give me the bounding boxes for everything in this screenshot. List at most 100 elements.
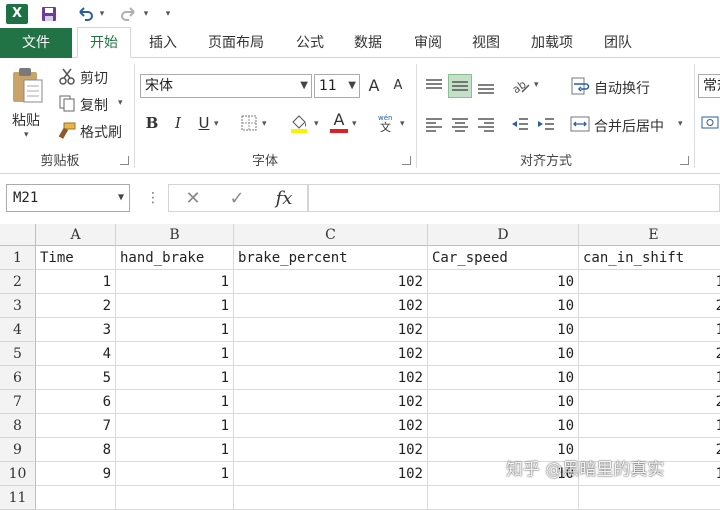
format-painter-button[interactable]: 格式刷 xyxy=(80,122,122,142)
data-cell[interactable]: 1 xyxy=(116,318,234,342)
tab-home[interactable]: 开始 xyxy=(77,27,131,58)
data-cell[interactable]: 1 xyxy=(116,462,234,486)
data-cell[interactable]: 10 xyxy=(428,414,579,438)
font-name-select[interactable]: 宋体 ▼ xyxy=(140,74,312,98)
fill-color-icon[interactable] xyxy=(288,112,310,134)
merge-dropdown-icon[interactable]: ▾ xyxy=(678,119,683,129)
data-cell[interactable]: 1 xyxy=(116,438,234,462)
select-all-corner[interactable] xyxy=(0,224,36,246)
bold-button[interactable]: B xyxy=(144,114,160,132)
wrap-text-button[interactable]: 自动换行 xyxy=(594,78,650,98)
data-cell[interactable]: 1 xyxy=(116,366,234,390)
column-header-c[interactable]: C xyxy=(234,224,428,246)
column-header-d[interactable]: D xyxy=(428,224,579,246)
row-header-2[interactable]: 2 xyxy=(0,270,36,294)
align-center-icon[interactable] xyxy=(450,114,470,134)
row-header-6[interactable]: 6 xyxy=(0,366,36,390)
row-header-4[interactable]: 4 xyxy=(0,318,36,342)
data-cell[interactable]: 10 xyxy=(428,270,579,294)
header-cell[interactable]: can_in_shift xyxy=(579,246,720,270)
paste-icon[interactable] xyxy=(10,66,46,110)
data-cell[interactable]: 10 xyxy=(428,366,579,390)
redo-dropdown-icon[interactable]: ▾ xyxy=(141,4,151,24)
underline-dropdown-icon[interactable]: ▾ xyxy=(214,119,219,129)
grow-font-icon[interactable]: A xyxy=(364,76,384,95)
row-header-8[interactable]: 8 xyxy=(0,414,36,438)
decrease-indent-icon[interactable] xyxy=(510,114,530,134)
alignment-launcher-icon[interactable] xyxy=(680,156,689,165)
font-color-icon[interactable]: A xyxy=(328,110,350,134)
merge-center-button[interactable]: 合并后居中 xyxy=(594,116,664,136)
font-size-select[interactable]: 11 ▼ xyxy=(314,74,360,98)
data-cell[interactable]: 1 xyxy=(579,366,720,390)
enter-icon[interactable]: ✓ xyxy=(225,187,249,211)
cancel-icon[interactable]: ✕ xyxy=(181,187,205,211)
header-cell[interactable]: hand_brake xyxy=(116,246,234,270)
data-cell[interactable]: 102 xyxy=(234,390,428,414)
align-top-icon[interactable] xyxy=(424,76,444,96)
clipboard-launcher-icon[interactable] xyxy=(120,156,129,165)
column-header-a[interactable]: A xyxy=(36,224,116,246)
fill-color-dropdown-icon[interactable]: ▾ xyxy=(314,119,319,129)
tab-file[interactable]: 文件 xyxy=(0,28,72,58)
data-cell[interactable]: 9 xyxy=(36,462,116,486)
data-cell[interactable]: 10 xyxy=(428,294,579,318)
data-cell[interactable]: 5 xyxy=(36,366,116,390)
data-cell[interactable]: 8 xyxy=(36,438,116,462)
paste-dropdown-icon[interactable]: ▾ xyxy=(24,130,29,140)
column-header-e[interactable]: E xyxy=(579,224,720,246)
data-cell[interactable]: 102 xyxy=(234,270,428,294)
data-cell[interactable]: 1 xyxy=(579,270,720,294)
wrap-text-icon[interactable] xyxy=(570,76,590,96)
align-bottom-icon[interactable] xyxy=(476,76,496,96)
shrink-font-icon[interactable]: A xyxy=(388,78,408,93)
data-cell[interactable]: 102 xyxy=(234,462,428,486)
underline-button[interactable]: U xyxy=(196,114,212,132)
data-cell[interactable]: 10 xyxy=(428,318,579,342)
data-cell[interactable]: 1 xyxy=(116,294,234,318)
data-cell[interactable]: 10 xyxy=(428,342,579,366)
save-icon[interactable] xyxy=(38,4,60,24)
name-box[interactable]: M21 ▼ xyxy=(6,184,130,212)
row-header-9[interactable]: 9 xyxy=(0,438,36,462)
data-cell[interactable]: 102 xyxy=(234,366,428,390)
empty-cell[interactable] xyxy=(579,486,720,510)
header-cell[interactable]: Car_speed xyxy=(428,246,579,270)
font-color-dropdown-icon[interactable]: ▾ xyxy=(352,119,357,129)
empty-cell[interactable] xyxy=(428,486,579,510)
undo-icon[interactable] xyxy=(74,4,96,24)
merge-center-icon[interactable] xyxy=(570,114,590,134)
borders-icon[interactable] xyxy=(240,114,258,132)
data-cell[interactable]: 10 xyxy=(428,390,579,414)
number-format-select[interactable]: 常规 xyxy=(698,74,720,98)
insert-function-icon[interactable]: fx xyxy=(269,187,299,211)
data-cell[interactable]: 7 xyxy=(36,414,116,438)
orientation-icon[interactable]: ab xyxy=(510,74,532,96)
align-middle-icon[interactable] xyxy=(448,74,472,98)
tab-addins[interactable]: 加载项 xyxy=(520,28,584,58)
customize-toolbar-icon[interactable]: ▾ xyxy=(162,4,174,24)
phonetic-dropdown-icon[interactable]: ▾ xyxy=(400,119,405,129)
row-header-11[interactable]: 11 xyxy=(0,486,36,510)
data-cell[interactable]: 102 xyxy=(234,438,428,462)
header-cell[interactable]: Time xyxy=(36,246,116,270)
italic-button[interactable]: I xyxy=(170,114,186,132)
empty-cell[interactable] xyxy=(234,486,428,510)
data-cell[interactable]: 1 xyxy=(579,318,720,342)
tab-data[interactable]: 数据 xyxy=(342,28,394,58)
header-cell[interactable]: brake_percent xyxy=(234,246,428,270)
data-cell[interactable]: 1 xyxy=(116,390,234,414)
data-cell[interactable]: 102 xyxy=(234,414,428,438)
copy-dropdown-icon[interactable]: ▾ xyxy=(118,98,123,108)
borders-dropdown-icon[interactable]: ▾ xyxy=(262,119,267,129)
data-cell[interactable]: 3 xyxy=(36,318,116,342)
column-header-b[interactable]: B xyxy=(116,224,234,246)
data-cell[interactable]: 1 xyxy=(116,270,234,294)
currency-format-icon[interactable] xyxy=(700,112,720,132)
row-header-3[interactable]: 3 xyxy=(0,294,36,318)
tab-team[interactable]: 团队 xyxy=(592,28,644,58)
formula-input[interactable] xyxy=(308,184,720,212)
tab-page-layout[interactable]: 页面布局 xyxy=(196,28,276,58)
font-launcher-icon[interactable] xyxy=(402,156,411,165)
row-header-5[interactable]: 5 xyxy=(0,342,36,366)
